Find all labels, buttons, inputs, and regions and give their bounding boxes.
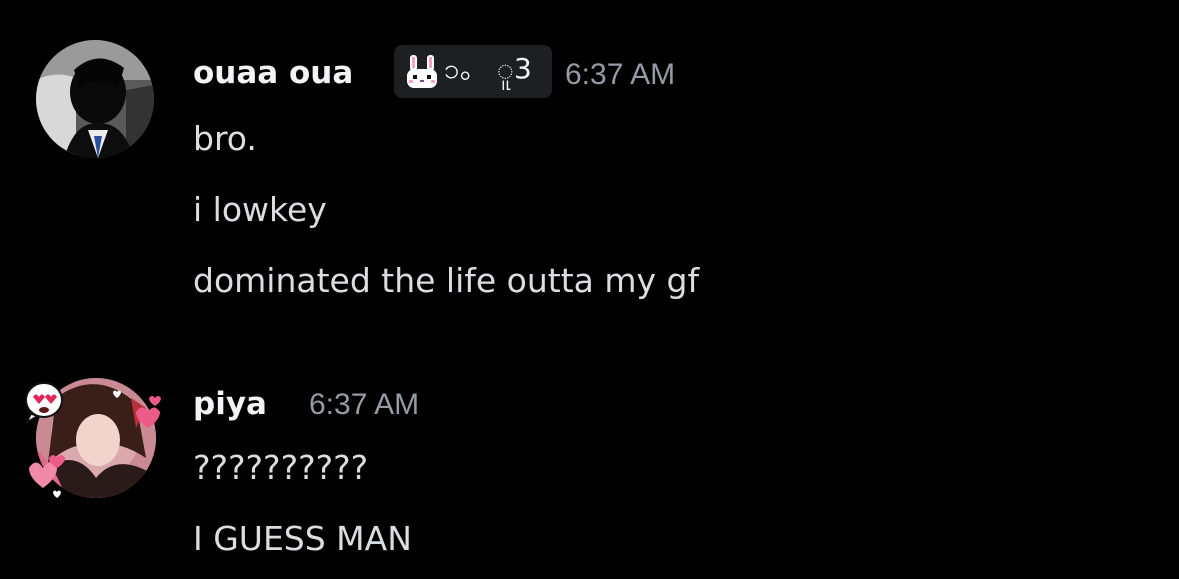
heart-icon xyxy=(29,455,65,498)
tag-text: ၁。 ူ3 xyxy=(444,52,532,85)
avatar-decoration xyxy=(25,382,161,498)
message-line: ?????????? xyxy=(193,448,369,487)
timestamp[interactable]: 6:37 AM xyxy=(565,60,675,90)
message-line: i lowkey xyxy=(193,190,327,229)
heart-eyes-emoji-icon xyxy=(25,382,63,424)
message-line: dominated the life outta my gf xyxy=(193,261,700,300)
message-line: I GUESS MAN xyxy=(193,519,412,558)
avatar[interactable] xyxy=(36,40,154,158)
message-group: piya 6:37 AM ?????????? I GUESS MAN xyxy=(0,360,1179,579)
server-tag[interactable]: ၁。 ူ3 xyxy=(394,45,552,98)
timestamp[interactable]: 6:37 AM xyxy=(309,390,419,420)
avatar-image xyxy=(36,40,154,158)
username[interactable]: piya xyxy=(193,389,267,420)
heart-icon xyxy=(113,390,161,428)
username[interactable]: ouaa oua xyxy=(193,58,353,89)
message-group: ouaa oua ၁。 ူ3 6:37 AM bro. i lowkey dom… xyxy=(0,0,1179,330)
message-line: bro. xyxy=(193,119,257,158)
bunny-icon xyxy=(407,55,437,88)
